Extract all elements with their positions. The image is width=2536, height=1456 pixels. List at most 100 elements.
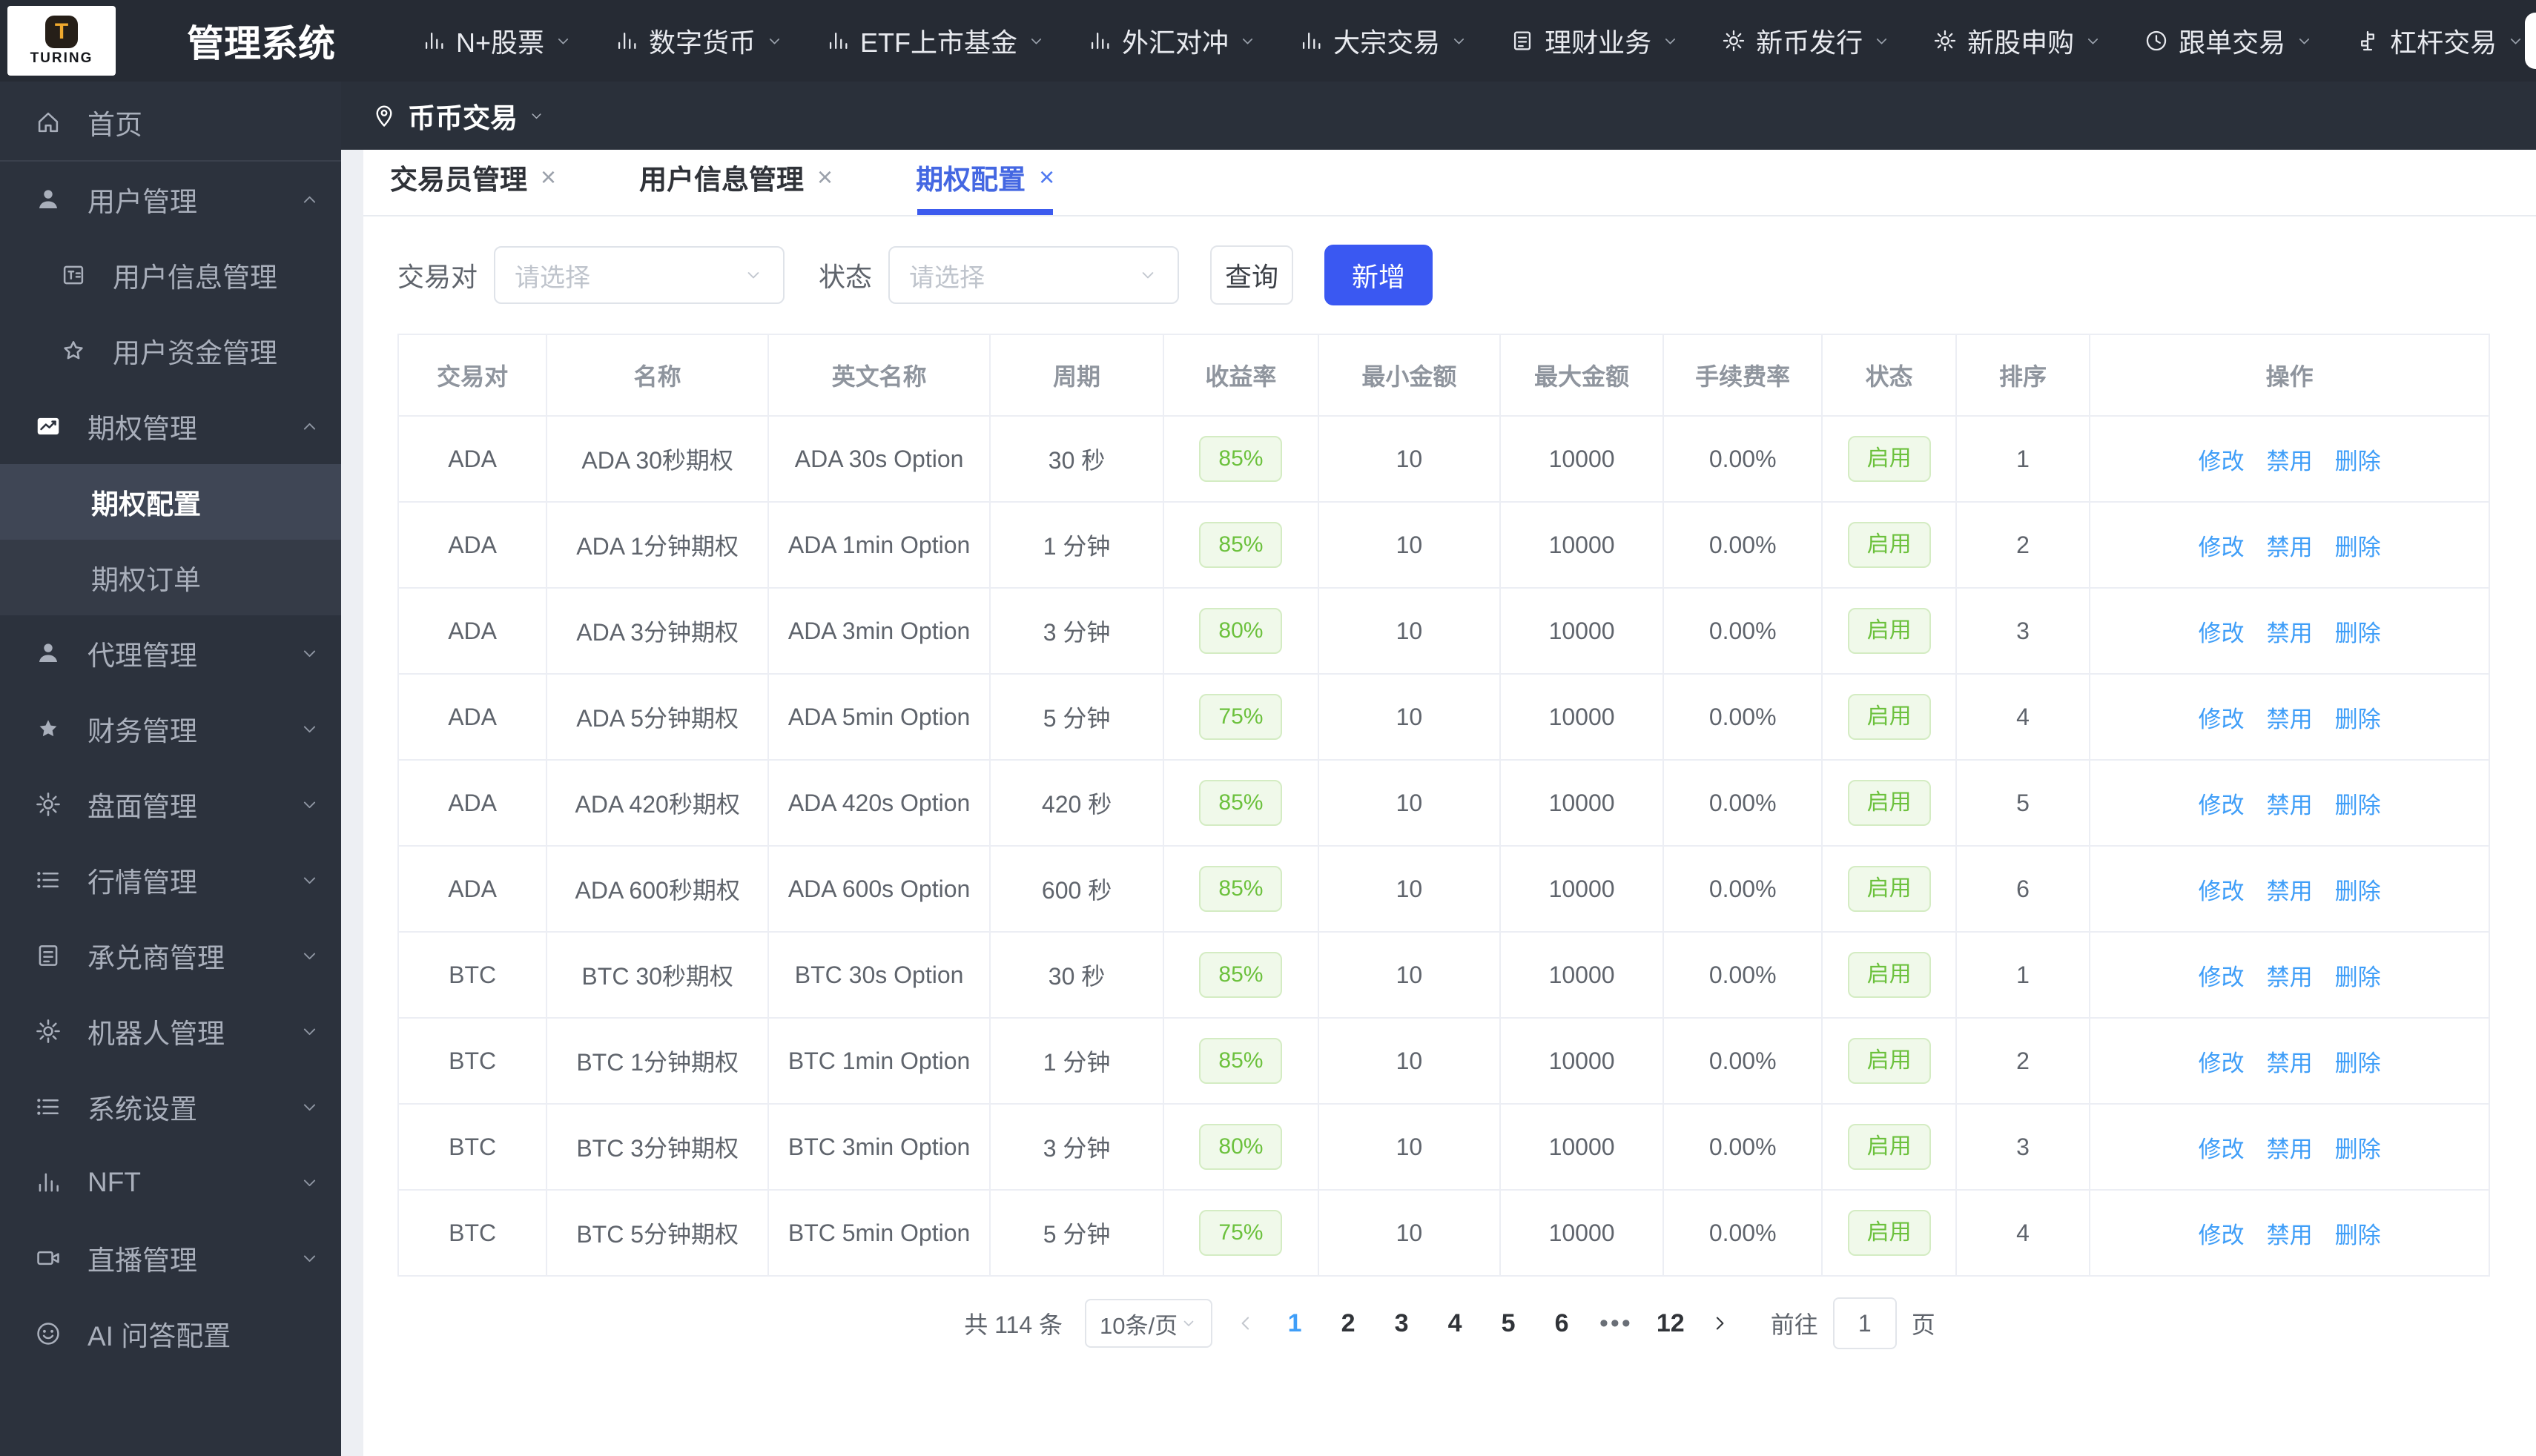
edit-link[interactable]: 修改: [2199, 615, 2245, 648]
disable-link[interactable]: 禁用: [2267, 959, 2313, 992]
add-button[interactable]: 新增: [1324, 245, 1433, 305]
close-icon[interactable]: ×: [1039, 164, 1054, 191]
page-number[interactable]: 6: [1546, 1309, 1577, 1338]
sidebar-item[interactable]: 机器人管理: [0, 993, 341, 1069]
topnav-item[interactable]: N+股票: [421, 21, 572, 60]
page-size-select[interactable]: 10条/页: [1085, 1299, 1213, 1348]
tab-1[interactable]: 交易员管理 ×: [390, 157, 556, 215]
sidebar-item[interactable]: 财务管理: [0, 691, 341, 767]
prev-page-button[interactable]: [1235, 1312, 1257, 1334]
name-cell: ADA 600秒期权: [546, 845, 770, 933]
column-header: 排序: [1955, 334, 2091, 417]
edit-link[interactable]: 修改: [2199, 1217, 2245, 1250]
period-cell: 3 分钟: [989, 587, 1165, 675]
fee-rate-cell: 0.00%: [1662, 1189, 1823, 1277]
disable-link[interactable]: 禁用: [2267, 615, 2313, 648]
delete-link[interactable]: 删除: [2335, 1131, 2381, 1164]
delete-link[interactable]: 删除: [2335, 787, 2381, 820]
delete-link[interactable]: 删除: [2335, 873, 2381, 906]
sidebar-item[interactable]: 用户管理: [0, 162, 341, 237]
name-cell: ADA 1分钟期权: [546, 501, 770, 589]
topnav-item[interactable]: ETF上市基金: [825, 21, 1046, 60]
topnav-item[interactable]: 杠杆交易: [2355, 21, 2525, 60]
topnav-item[interactable]: 跟单交易: [2144, 21, 2314, 60]
goto-page-input[interactable]: [1832, 1297, 1897, 1349]
edit-link[interactable]: 修改: [2199, 959, 2245, 992]
edit-link[interactable]: 修改: [2199, 443, 2245, 476]
status-select[interactable]: 请选择: [888, 246, 1180, 304]
page-number[interactable]: 12: [1655, 1309, 1686, 1338]
sidebar-subitem[interactable]: 用户资金管理: [0, 313, 341, 388]
pair-select[interactable]: 请选择: [494, 246, 785, 304]
sidebar-scrollbar[interactable]: [341, 150, 363, 1456]
edit-link[interactable]: 修改: [2199, 529, 2245, 562]
rate-badge: 80%: [1199, 608, 1283, 654]
page-size-value: 10条/页: [1100, 1312, 1178, 1339]
disable-link[interactable]: 禁用: [2267, 701, 2313, 734]
page-ellipsis[interactable]: •••: [1599, 1309, 1633, 1338]
sidebar-item[interactable]: AI 问答配置: [0, 1296, 341, 1371]
edit-link[interactable]: 修改: [2199, 873, 2245, 906]
name-en-cell: ADA 3min Option: [767, 587, 991, 675]
sidebar-item[interactable]: 直播管理: [0, 1220, 341, 1296]
topnav-item[interactable]: 数字货币: [614, 21, 784, 60]
delete-link[interactable]: 删除: [2335, 701, 2381, 734]
sidebar-item[interactable]: 盘面管理: [0, 767, 341, 842]
page-number[interactable]: 1: [1279, 1309, 1310, 1338]
logo-mark-icon: T: [45, 15, 78, 48]
disable-link[interactable]: 禁用: [2267, 873, 2313, 906]
delete-link[interactable]: 删除: [2335, 529, 2381, 562]
disable-link[interactable]: 禁用: [2267, 529, 2313, 562]
disable-link[interactable]: 禁用: [2267, 1045, 2313, 1078]
disable-link[interactable]: 禁用: [2267, 1217, 2313, 1250]
delete-link[interactable]: 删除: [2335, 1045, 2381, 1078]
delete-link[interactable]: 删除: [2335, 443, 2381, 476]
topnav-item[interactable]: 新股申购: [1932, 21, 2102, 60]
min-amount-cell: 10: [1317, 845, 1502, 933]
sidebar-item[interactable]: 期权管理: [0, 388, 341, 464]
clock-icon: [2144, 28, 2169, 53]
edit-link[interactable]: 修改: [2199, 1045, 2245, 1078]
edit-link[interactable]: 修改: [2199, 1131, 2245, 1164]
page-number[interactable]: 3: [1386, 1309, 1417, 1338]
tab-3[interactable]: 期权配置 ×: [916, 157, 1054, 215]
disable-link[interactable]: 禁用: [2267, 1131, 2313, 1164]
sidebar-item[interactable]: 首页: [0, 85, 341, 162]
page-number[interactable]: 2: [1333, 1309, 1364, 1338]
sidebar-subitem[interactable]: 期权配置: [0, 464, 341, 540]
next-page-button[interactable]: [1708, 1312, 1731, 1334]
topnav-item[interactable]: 外汇对冲: [1087, 21, 1257, 60]
edit-link[interactable]: 修改: [2199, 787, 2245, 820]
sidebar-item[interactable]: NFT: [0, 1145, 341, 1220]
app-logo[interactable]: T TURING: [7, 6, 116, 76]
close-icon[interactable]: ×: [817, 164, 833, 191]
delete-link[interactable]: 删除: [2335, 959, 2381, 992]
actions-cell: 修改 禁用 删除: [2089, 845, 2490, 933]
actions-cell: 修改 禁用 删除: [2089, 1189, 2490, 1277]
page-number[interactable]: 5: [1493, 1309, 1524, 1338]
sidebar-subitem[interactable]: 用户信息管理: [0, 237, 341, 313]
query-button[interactable]: 查询: [1210, 245, 1294, 305]
edit-link[interactable]: 修改: [2199, 701, 2245, 734]
chevron-down-icon: [1450, 32, 1468, 50]
disable-link[interactable]: 禁用: [2267, 787, 2313, 820]
close-icon[interactable]: ×: [541, 164, 556, 191]
delete-link[interactable]: 删除: [2335, 1217, 2381, 1250]
delete-link[interactable]: 删除: [2335, 615, 2381, 648]
topnav-item-label: 外汇对冲: [1122, 27, 1229, 58]
status-badge: 启用: [1847, 952, 1931, 998]
topnav-item[interactable]: 大宗交易: [1298, 21, 1468, 60]
disable-link[interactable]: 禁用: [2267, 443, 2313, 476]
sidebar-item[interactable]: 系统设置: [0, 1069, 341, 1145]
logo-text: TURING: [30, 50, 93, 66]
topnav-item[interactable]: 新币发行: [1721, 21, 1891, 60]
tab-2[interactable]: 用户信息管理 ×: [639, 157, 833, 215]
sidebar-item[interactable]: 代理管理: [0, 615, 341, 691]
market-bar[interactable]: 币币交易: [341, 82, 2536, 150]
sidebar-subitem[interactable]: 期权订单: [0, 540, 341, 615]
table-row: ADA ADA 1分钟期权 ADA 1min Option 1 分钟 85% 10 1000…: [397, 501, 2490, 589]
sidebar-item[interactable]: 承兑商管理: [0, 918, 341, 993]
page-number[interactable]: 4: [1439, 1309, 1470, 1338]
sidebar-item[interactable]: 行情管理: [0, 842, 341, 918]
topnav-item[interactable]: 理财业务: [1510, 21, 1680, 60]
